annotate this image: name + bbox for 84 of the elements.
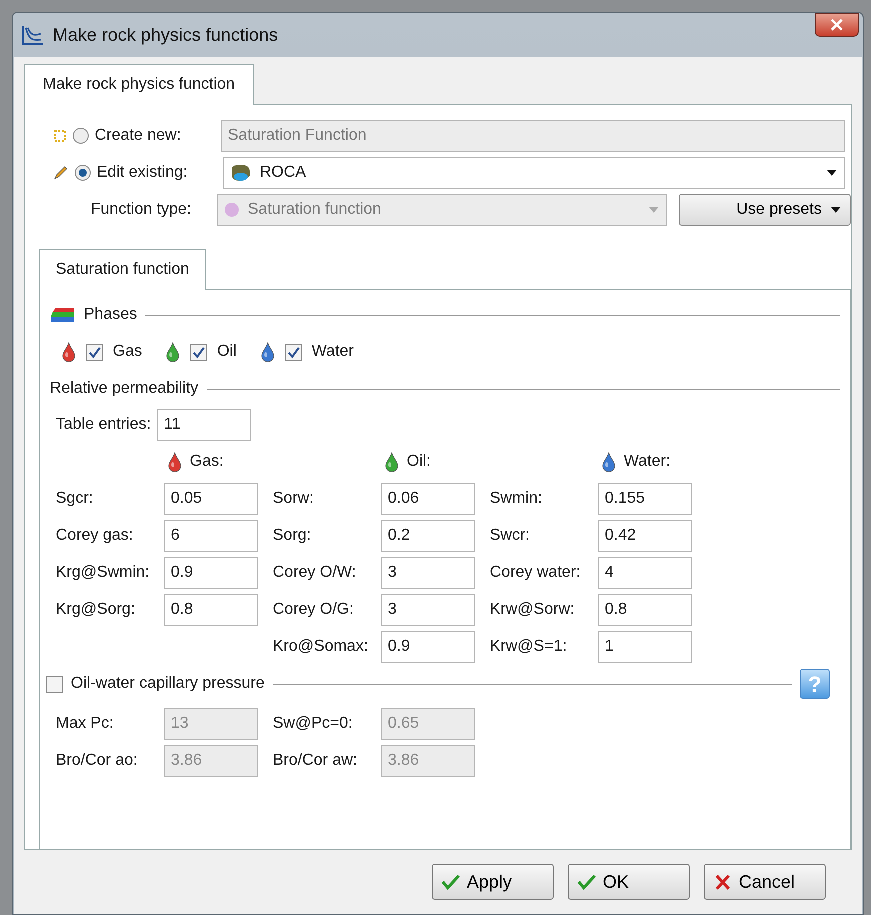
field-label: Bro/Cor ao:: [55, 750, 139, 770]
checkbox[interactable]: [86, 344, 103, 360]
tab[interactable]: Make rock physics function: [24, 64, 254, 105]
section-title: Phases: [84, 305, 138, 325]
checkbox-label: Oil: [217, 342, 237, 362]
check-icon: [191, 345, 206, 359]
window-title: Make rock physics functions: [53, 24, 278, 47]
radio-button[interactable]: [73, 128, 89, 144]
tab[interactable]: Saturation function: [39, 249, 206, 290]
input-field[interactable]: 3: [381, 556, 475, 588]
field-label: Corey water:: [489, 562, 582, 582]
checkbox[interactable]: [46, 676, 63, 692]
check-icon: [286, 345, 301, 359]
caret-icon: [826, 168, 838, 176]
ok-button[interactable]: OK: [568, 864, 690, 900]
input-field[interactable]: 0.05: [164, 482, 258, 514]
field-label: Edit existing:: [97, 162, 189, 182]
function-dropdown[interactable]: ROCA: [223, 156, 845, 188]
input-field: 13: [164, 708, 258, 740]
field-label: Sgcr:: [55, 488, 94, 508]
field-label: Krg@Swmin:: [55, 562, 151, 582]
input-field[interactable]: 1: [598, 630, 692, 662]
phases-icon: [50, 307, 76, 323]
checkbox[interactable]: [284, 344, 302, 360]
field-label: Corey O/W:: [272, 562, 358, 582]
cross-icon: [713, 873, 733, 891]
column-header: Oil:: [407, 452, 431, 472]
field-label: Function type:: [91, 200, 192, 220]
input-field[interactable]: 0.06: [381, 482, 475, 514]
dropdown-value: ROCA: [260, 162, 306, 182]
check-icon: [87, 345, 102, 359]
input-field[interactable]: 0.8: [598, 594, 692, 626]
field-label: Create new:: [95, 126, 182, 146]
field-label: Kro@Somax:: [272, 636, 370, 656]
circle-icon: [224, 202, 240, 218]
chart-icon: [21, 24, 45, 46]
field-label: Corey gas:: [55, 526, 134, 546]
field-label: Swcr:: [489, 526, 531, 546]
input-field[interactable]: 6: [164, 520, 258, 552]
input-field[interactable]: 4: [598, 556, 692, 588]
check-icon: [577, 873, 597, 891]
field-label: Sw@Pc=0:: [272, 714, 354, 734]
field-label: Max Pc:: [55, 714, 115, 734]
input-field[interactable]: 0.42: [598, 520, 692, 552]
presets-button[interactable]: Use presets: [679, 194, 851, 226]
checkbox-label: Gas: [113, 342, 142, 362]
new-icon: [53, 128, 67, 142]
field-label: Sorg:: [272, 526, 312, 546]
section-title: Oil-water capillary pressure: [71, 674, 265, 694]
input-field[interactable]: 0.2: [381, 520, 475, 552]
apply-button[interactable]: Apply: [432, 864, 554, 900]
caret-icon: [648, 206, 660, 214]
input-field: 3.86: [164, 744, 258, 776]
field-label: Table entries:: [56, 414, 152, 434]
checkbox-label: Water: [312, 342, 354, 362]
field-label: Corey O/G:: [272, 600, 355, 620]
input-field[interactable]: 0.8: [164, 594, 258, 626]
radio-button[interactable]: [75, 164, 91, 180]
input-field: 0.65: [381, 708, 475, 740]
input-field[interactable]: 0.9: [381, 630, 475, 662]
input-field: 3.86: [381, 744, 475, 776]
rock-icon: [230, 164, 252, 182]
field-label: Krg@Sorg:: [55, 600, 136, 620]
field-label: Krw@Sorw:: [489, 600, 576, 620]
close-icon: [830, 19, 844, 31]
check-icon: [441, 873, 461, 891]
cancel-button[interactable]: Cancel: [704, 864, 826, 900]
field-label: Swmin:: [489, 488, 544, 508]
field-label: Krw@S=1:: [489, 636, 568, 656]
close-button[interactable]: [815, 13, 859, 37]
table-entries-field[interactable]: 11: [157, 408, 252, 440]
input-field[interactable]: 3: [381, 594, 475, 626]
input-field[interactable]: 0.155: [598, 482, 692, 514]
name-field[interactable]: Saturation Function: [221, 120, 845, 152]
column-header: Water:: [624, 452, 671, 472]
column-header: Gas:: [190, 452, 224, 472]
field-label: Bro/Cor aw:: [272, 750, 358, 770]
pencil-icon: [53, 164, 69, 180]
section-title: Relative permeability: [50, 379, 199, 399]
input-field[interactable]: 0.9: [164, 556, 258, 588]
dropdown-value: Saturation function: [248, 200, 382, 220]
field-label: Sorw:: [272, 488, 315, 508]
caret-icon: [830, 206, 842, 214]
checkbox[interactable]: [190, 344, 208, 360]
